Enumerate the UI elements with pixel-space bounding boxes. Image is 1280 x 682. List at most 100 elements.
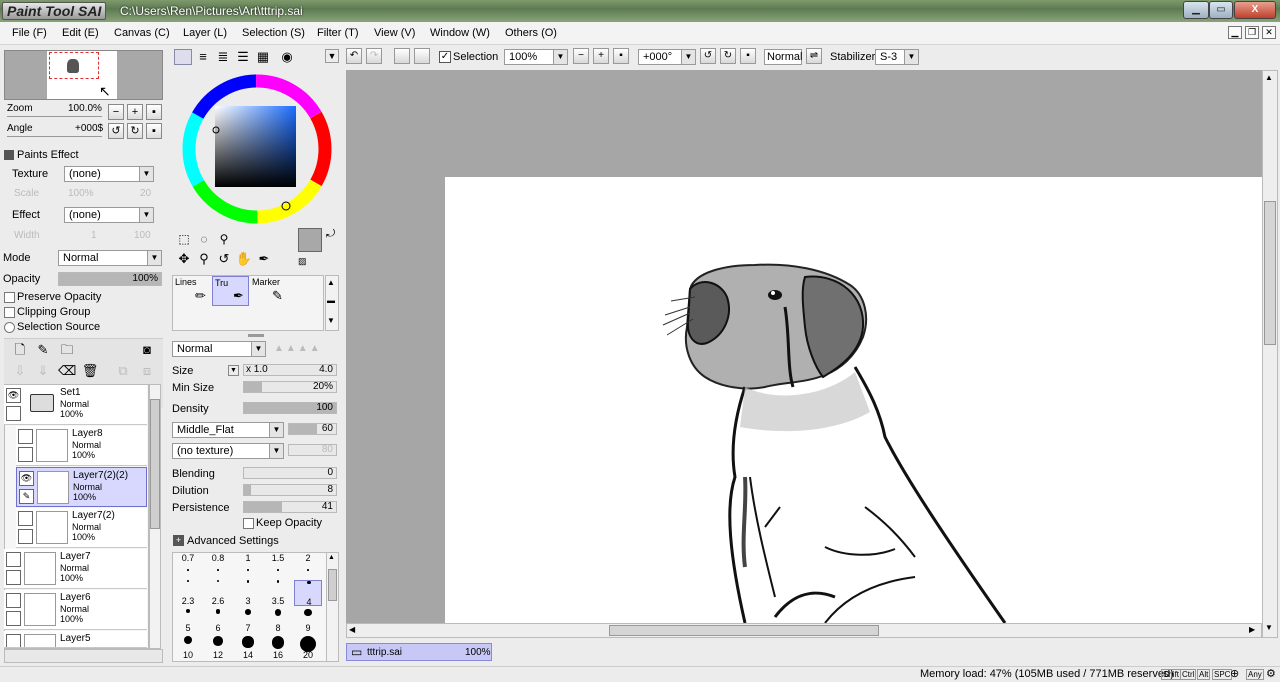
clear-layer-icon[interactable]: ⌫ <box>58 362 76 380</box>
menu-file[interactable]: File (F) <box>12 27 47 39</box>
document-tab[interactable]: ▭ tttrip.sai 100% <box>346 643 492 661</box>
eye-icon[interactable]: 👁 <box>19 471 34 486</box>
hscroll-thumb[interactable] <box>609 625 879 636</box>
dilution-slider[interactable]: 8 <box>243 484 337 496</box>
merge-visible-icon[interactable]: ⧉ <box>114 362 132 380</box>
hsv-slider-tab-icon[interactable]: ≣ <box>214 48 232 66</box>
new-folder-icon[interactable]: 🗀 <box>58 341 76 359</box>
brush-size-cell[interactable]: 3 <box>234 580 262 606</box>
canvas-rotate-right-icon[interactable]: ↻ <box>720 48 736 64</box>
maximize-button[interactable]: ▭ <box>1209 1 1233 19</box>
selection-checkbox[interactable]: ✓ <box>439 51 451 63</box>
brush-size-cell[interactable]: 4 <box>294 580 322 607</box>
lock-toggle[interactable] <box>6 611 21 626</box>
layer-row-layer6[interactable]: Layer6 Normal 100% <box>4 590 147 630</box>
shape-strength-slider[interactable]: 60 <box>288 423 337 435</box>
view-mode-select[interactable]: Normal <box>764 49 802 65</box>
preserve-opacity-checkbox[interactable] <box>4 292 15 303</box>
visibility-toggle[interactable] <box>18 511 33 526</box>
layer-mask-icon[interactable]: ◙ <box>138 341 156 359</box>
keep-opacity-checkbox[interactable] <box>243 518 254 529</box>
canvas-zoom-out-icon[interactable]: − <box>573 48 589 64</box>
zoom-reset-button[interactable]: ▪ <box>146 104 162 120</box>
menu-layer[interactable]: Layer (L) <box>183 27 227 39</box>
brush-size-cell[interactable]: 20 <box>294 634 322 660</box>
brush-shape-select[interactable]: Middle_Flat ▼ <box>172 422 284 438</box>
layer-scrollbar[interactable] <box>149 384 161 649</box>
merge-down-icon[interactable]: ⇓ <box>34 362 52 380</box>
tool-lines[interactable]: Lines ✏ <box>173 276 210 306</box>
hand-icon[interactable]: ✋ <box>235 250 253 268</box>
brush-size-cell[interactable]: 3.5 <box>264 580 292 606</box>
angle-select[interactable]: +000° ▼ <box>638 49 696 65</box>
brush-size-cell[interactable]: 6 <box>204 607 232 633</box>
layer-scroll-thumb[interactable] <box>150 399 160 529</box>
user-color-tab-icon[interactable]: ◉ <box>278 48 296 66</box>
brush-size-scroll-thumb[interactable] <box>328 569 337 601</box>
menu-canvas[interactable]: Canvas (C) <box>114 27 170 39</box>
tool-marker[interactable]: Marker ✎ <box>250 276 287 306</box>
menu-edit[interactable]: Edit (E) <box>62 27 99 39</box>
lock-toggle[interactable] <box>18 447 33 462</box>
zoom-out-button[interactable]: − <box>108 104 124 120</box>
splitter-grip[interactable] <box>248 334 264 337</box>
zoom-in-button[interactable]: + <box>127 104 143 120</box>
brush-size-scrollbar[interactable]: ▲ <box>326 552 339 662</box>
selection-source-radio[interactable] <box>4 322 15 333</box>
texture-strength-slider[interactable]: 80 <box>288 444 337 456</box>
flip-view-icon[interactable]: ⇌ <box>806 48 822 64</box>
brush-size-cell[interactable]: 16 <box>264 634 292 660</box>
brush-size-cell[interactable]: 9 <box>294 607 322 633</box>
invert-selection-icon[interactable] <box>414 48 430 64</box>
blending-slider[interactable]: 0 <box>243 467 337 479</box>
brush-texture-select[interactable]: (no texture) ▼ <box>172 443 284 459</box>
lock-toggle[interactable] <box>6 570 21 585</box>
menu-filter[interactable]: Filter (T) <box>317 27 359 39</box>
brush-size-cell[interactable]: 1 <box>234 553 262 579</box>
collapse-icon[interactable] <box>4 150 14 160</box>
angle-slider[interactable] <box>7 136 102 137</box>
brush-blend-mode-select[interactable]: Normal ▼ <box>172 341 266 357</box>
clipping-group-checkbox[interactable] <box>4 307 15 318</box>
menu-selection[interactable]: Selection (S) <box>242 27 305 39</box>
brush-size-cell[interactable]: 0.7 <box>174 553 202 579</box>
delete-layer-icon[interactable]: 🗑 <box>81 362 99 380</box>
tool-scrollbar[interactable]: ▲ ▬ ▼ <box>325 275 339 331</box>
brush-size-cell[interactable]: 5 <box>174 607 202 633</box>
zoom-icon[interactable]: ⚲ <box>195 250 213 268</box>
scratchpad-tab-icon[interactable]: ☰ <box>234 48 252 66</box>
brush-shape-presets[interactable]: ▲▲▲▲ <box>274 343 322 354</box>
rgb-slider-tab-icon[interactable]: ≡ <box>194 48 212 66</box>
navigator-preview[interactable]: ↖ <box>4 50 163 100</box>
advanced-settings-label[interactable]: Advanced Settings <box>187 535 279 547</box>
visibility-toggle[interactable] <box>6 552 21 567</box>
rotate-left-button[interactable]: ↺ <box>108 123 124 139</box>
layer-row-layer7[interactable]: Layer7 Normal 100% <box>4 549 147 589</box>
brush-size-cell[interactable]: 2.6 <box>204 580 232 606</box>
brush-size-cell[interactable]: 0.8 <box>204 553 232 579</box>
menu-view[interactable]: View (V) <box>374 27 415 39</box>
zoom-slider[interactable] <box>7 116 102 117</box>
min-size-slider[interactable]: 20% <box>243 381 337 393</box>
mdi-close-icon[interactable]: ✕ <box>1262 26 1276 39</box>
visibility-toggle[interactable] <box>6 593 21 608</box>
rotate-reset-button[interactable]: ▪ <box>146 123 162 139</box>
rect-select-icon[interactable]: ⬚ <box>175 230 193 248</box>
canvas-zoom-reset-icon[interactable]: ▪ <box>613 48 629 64</box>
canvas-hscrollbar[interactable]: ◀ ▶ <box>346 623 1262 638</box>
tool-tru[interactable]: Tru ✒ <box>212 276 249 306</box>
layer-row-layer7-2-2[interactable]: 👁 ✎ Layer7(2)(2) Normal 100% <box>16 467 147 507</box>
vscroll-thumb[interactable] <box>1264 201 1276 345</box>
visibility-toggle[interactable] <box>18 429 33 444</box>
transparent-color-icon[interactable]: ▨ <box>298 256 307 267</box>
brush-size-cell[interactable]: 12 <box>204 634 232 660</box>
minimize-button[interactable]: ▁ <box>1183 1 1209 19</box>
canvas-vscrollbar[interactable]: ▲ ▼ <box>1262 70 1278 638</box>
persistence-slider[interactable]: 41 <box>243 501 337 513</box>
lock-toggle[interactable] <box>18 529 33 544</box>
color-wheel-tab-icon[interactable] <box>174 49 192 65</box>
new-layer-icon[interactable]: 🗋 <box>11 341 29 359</box>
stabilizer-select[interactable]: S-3 ▼ <box>875 49 919 65</box>
undo-icon[interactable]: ↶ <box>346 48 362 64</box>
brush-size-cell[interactable]: 7 <box>234 607 262 633</box>
